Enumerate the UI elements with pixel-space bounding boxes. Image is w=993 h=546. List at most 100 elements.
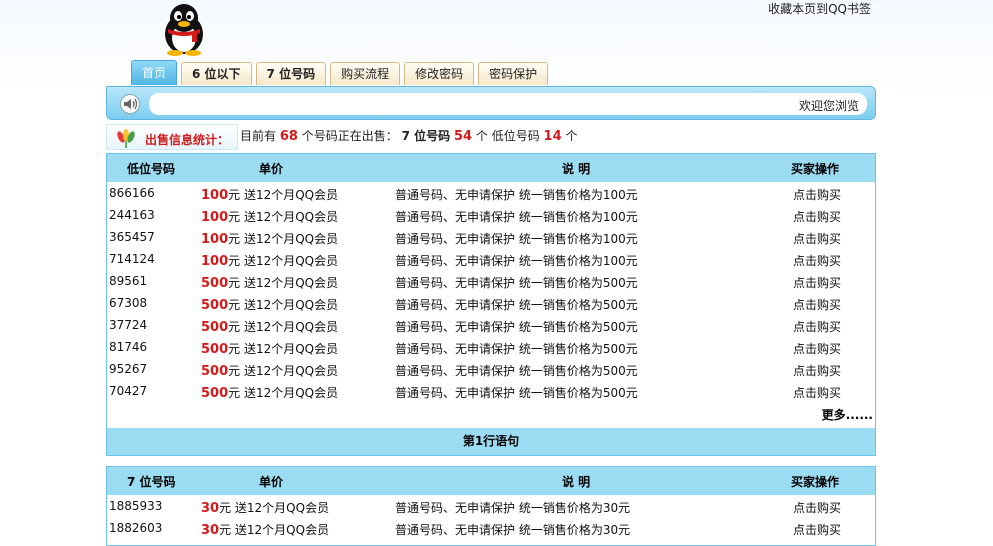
description: 普通号码、无申请保护 统一销售价格为100元 (395, 188, 638, 202)
price-unit: 元 送12个月QQ会员 (228, 188, 339, 202)
buy-link[interactable]: 点击购买 (793, 362, 841, 379)
price-cell: 500元 送12个月QQ会员 (201, 362, 338, 379)
description: 普通号码、无申请保护 统一销售价格为100元 (395, 232, 638, 246)
price-cell: 500元 送12个月QQ会员 (201, 318, 338, 335)
qq-number: 89561 (109, 274, 148, 288)
price-unit: 元 送12个月QQ会员 (228, 386, 339, 400)
col-price-header: 单价 (259, 475, 284, 489)
qq-penguin-logo (165, 4, 203, 56)
more-link[interactable]: 更多...... (822, 406, 873, 423)
buy-link[interactable]: 点击购买 (793, 521, 841, 538)
qq-number: 244163 (109, 208, 155, 222)
price-value: 100 (201, 254, 229, 269)
description: 普通号码、无申请保护 统一销售价格为30元 (395, 523, 631, 537)
bookmark-link[interactable]: 收藏本页到QQ书签 (768, 0, 871, 17)
col-action-header: 买家操作 (791, 162, 840, 176)
price-unit: 元 送12个月QQ会员 (228, 364, 339, 378)
buy-link[interactable]: 点击购买 (793, 296, 841, 313)
notice-bar: 欢迎您浏览 (106, 86, 876, 120)
buy-link[interactable]: 点击购买 (793, 318, 841, 335)
qq-number: 1885933 (109, 499, 163, 513)
stats-middle: 个号码正在出售： (301, 129, 398, 143)
stats-label-box: 出售信息统计： (106, 124, 238, 150)
description: 普通号码、无申请保护 统一销售价格为500元 (395, 276, 638, 290)
price-value: 500 (201, 364, 229, 379)
buy-link[interactable]: 点击购买 (793, 499, 841, 516)
price-cell: 30元 送12个月QQ会员 (201, 499, 329, 516)
table-header: 7 位号码 单价 说 明 买家操作 (107, 467, 875, 495)
qq-number: 81746 (109, 340, 148, 354)
qq-number: 95267 (109, 362, 148, 376)
stats-suffix: 个 (565, 129, 578, 143)
stats-label: 出售信息统计： (145, 133, 230, 147)
tab-six-digit[interactable]: 6 位以下 (181, 62, 252, 85)
description: 普通号码、无申请保护 统一销售价格为100元 (395, 210, 638, 224)
description: 普通号码、无申请保护 统一销售价格为500元 (395, 298, 638, 312)
qq-number: 70427 (109, 384, 148, 398)
price-value: 100 (201, 232, 229, 247)
buy-link[interactable]: 点击购买 (793, 340, 841, 357)
price-unit: 元 送12个月QQ会员 (228, 232, 339, 246)
stats-total: 68 (279, 129, 298, 144)
buy-link[interactable]: 点击购买 (793, 208, 841, 225)
price-cell: 100元 送12个月QQ会员 (201, 252, 338, 269)
price-value: 30 (201, 523, 220, 538)
table-row: 866166 100元 送12个月QQ会员 普通号码、无申请保护 统一销售价格为10… (107, 182, 875, 204)
tab-home[interactable]: 首页 (131, 60, 178, 85)
qq-number: 866166 (109, 186, 155, 200)
price-unit: 元 送12个月QQ会员 (228, 254, 339, 268)
stats-seven-label: 7 位号码 (401, 129, 451, 143)
table-footer: 第1行语句 (107, 428, 875, 455)
col-number-header: 7 位号码 (127, 475, 176, 489)
buy-link[interactable]: 点击购买 (793, 384, 841, 401)
nav-tabs: 首页 6 位以下 7 位号码 购买流程 修改密码 密码保护 (131, 60, 552, 86)
table-row: 714124 100元 送12个月QQ会员 普通号码、无申请保护 统一销售价格为10… (107, 248, 875, 270)
flower-icon (117, 129, 135, 148)
col-desc-header: 说 明 (562, 475, 591, 489)
col-desc-header: 说 明 (562, 162, 591, 176)
buy-link[interactable]: 点击购买 (793, 186, 841, 203)
table-row: 95267 500元 送12个月QQ会员 普通号码、无申请保护 统一销售价格为500… (107, 358, 875, 380)
col-action-header: 买家操作 (791, 475, 840, 489)
price-cell: 500元 送12个月QQ会员 (201, 384, 338, 401)
price-value: 500 (201, 342, 229, 357)
col-price-header: 单价 (259, 162, 284, 176)
buy-link[interactable]: 点击购买 (793, 252, 841, 269)
price-unit: 元 送12个月QQ会员 (228, 320, 339, 334)
stats-seven-count: 54 (453, 129, 473, 144)
description: 普通号码、无申请保护 统一销售价格为500元 (395, 364, 638, 378)
stats-low-count: 14 (543, 129, 562, 144)
price-cell: 500元 送12个月QQ会员 (201, 340, 338, 357)
tab-seven-digit[interactable]: 7 位号码 (255, 62, 327, 85)
price-cell: 100元 送12个月QQ会员 (201, 230, 338, 247)
tab-password-protect[interactable]: 密码保护 (478, 62, 549, 85)
price-unit: 元 送12个月QQ会员 (219, 523, 330, 537)
qq-number: 37724 (109, 318, 148, 332)
tab-change-password[interactable]: 修改密码 (404, 62, 475, 85)
price-value: 500 (201, 276, 229, 291)
price-unit: 元 送12个月QQ会员 (219, 501, 330, 515)
price-value: 100 (201, 210, 229, 225)
buy-link[interactable]: 点击购买 (793, 274, 841, 291)
table-row: 37724 500元 送12个月QQ会员 普通号码、无申请保护 统一销售价格为500… (107, 314, 875, 336)
price-unit: 元 送12个月QQ会员 (228, 210, 339, 224)
table-row: 1882603 30元 送12个月QQ会员 普通号码、无申请保护 统一销售价格为30… (107, 517, 875, 539)
price-value: 30 (201, 501, 220, 516)
description: 普通号码、无申请保护 统一销售价格为500元 (395, 386, 638, 400)
price-cell: 30元 送12个月QQ会员 (201, 521, 329, 538)
table-row: 70427 500元 送12个月QQ会员 普通号码、无申请保护 统一销售价格为500… (107, 380, 875, 402)
buy-link[interactable]: 点击购买 (793, 230, 841, 247)
sale-stats: 出售信息统计： 目前有 68 个号码正在出售： 7 位号码 54 个 低位号码 … (106, 124, 876, 152)
tab-purchase-flow[interactable]: 购买流程 (330, 62, 401, 85)
description: 普通号码、无申请保护 统一销售价格为30元 (395, 501, 631, 515)
price-unit: 元 送12个月QQ会员 (228, 342, 339, 356)
qq-number: 1882603 (109, 521, 163, 535)
welcome-text: 欢迎您浏览 (798, 99, 859, 113)
low-digit-table: 低位号码 单价 说 明 买家操作 866166 100元 送12个月QQ会员 普通号… (106, 153, 876, 456)
qq-number: 365457 (109, 230, 155, 244)
tab-six-digit-label: 6 位以下 (192, 67, 241, 81)
price-value: 500 (201, 386, 229, 401)
price-unit: 元 送12个月QQ会员 (228, 276, 339, 290)
tab-seven-digit-label: 7 位号码 (266, 67, 316, 81)
price-cell: 100元 送12个月QQ会员 (201, 186, 338, 203)
